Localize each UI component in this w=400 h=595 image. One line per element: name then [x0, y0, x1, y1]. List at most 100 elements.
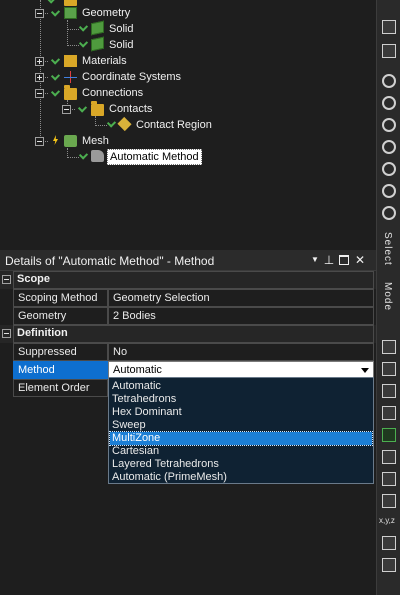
tree-item-label: Materials	[82, 55, 127, 67]
toolbar-square-icon[interactable]	[382, 44, 396, 58]
status-check-icon	[77, 103, 88, 113]
rotate-icon[interactable]	[382, 74, 396, 88]
fit-icon[interactable]	[382, 162, 396, 176]
property-name: Scoping Method	[13, 289, 108, 307]
collapse-icon[interactable]	[35, 137, 44, 146]
status-check-icon	[50, 87, 61, 97]
method-dropdown-list[interactable]: Automatic Tetrahedrons Hex Dominant Swee…	[108, 377, 374, 484]
tree-connector	[67, 45, 79, 46]
tree-item-label: Connections	[82, 87, 144, 99]
select-node-icon[interactable]	[382, 450, 396, 464]
collapse-icon[interactable]	[62, 105, 71, 114]
dropdown-option-selected[interactable]: MultiZone	[109, 431, 373, 446]
mesh-method-icon	[91, 150, 104, 162]
property-row[interactable]: Scoping Method Geometry Selection	[0, 289, 376, 307]
select-region-icon[interactable]	[382, 494, 396, 508]
right-toolbar: Select Mode x,y,z	[376, 0, 400, 595]
section-label: Scope	[17, 273, 51, 285]
section-label: Definition	[17, 327, 68, 339]
status-check-icon	[50, 7, 61, 17]
dropdown-option[interactable]: Automatic (PrimeMesh)	[110, 471, 372, 484]
expand-icon[interactable]	[35, 57, 44, 66]
property-name: Method	[13, 361, 108, 379]
tree-item-label: Solid	[109, 23, 134, 35]
details-header: Details of "Automatic Method" - Method ▼…	[0, 250, 376, 271]
zoom-box-icon[interactable]	[382, 140, 396, 154]
status-check-icon	[78, 150, 89, 160]
geometry-icon	[64, 7, 77, 19]
collapse-icon[interactable]	[35, 9, 44, 18]
pin-icon[interactable]: ⊥	[323, 253, 335, 267]
tree-item-label: Coordinate Systems	[82, 71, 182, 83]
tree-connector	[67, 29, 79, 30]
pan-icon[interactable]	[382, 96, 396, 110]
select-body-icon[interactable]	[382, 406, 396, 420]
select-mesh-icon[interactable]	[382, 472, 396, 486]
lightning-icon	[53, 135, 58, 145]
property-name: Suppressed	[13, 343, 108, 361]
maximize-icon[interactable]	[338, 253, 350, 267]
contact-region-icon	[117, 116, 132, 132]
chevron-down-icon[interactable]	[359, 364, 371, 376]
mode-label: Mode	[382, 282, 393, 312]
property-name: Geometry	[13, 307, 108, 325]
dropdown-option[interactable]: Sweep	[110, 419, 372, 432]
property-row[interactable]: Geometry 2 Bodies	[0, 307, 376, 325]
property-value[interactable]: No	[108, 343, 374, 361]
select-vertex-icon[interactable]	[382, 340, 396, 354]
dropdown-icon[interactable]: ▼	[309, 253, 321, 267]
section-scope: Scope	[0, 271, 376, 289]
collapse-icon[interactable]	[2, 275, 11, 284]
dropdown-option[interactable]: Cartesian	[110, 445, 372, 458]
dropdown-option[interactable]: Hex Dominant	[110, 406, 372, 419]
solid-body-icon	[91, 36, 104, 52]
project-tree[interactable]: Geometry Solid Solid Materials Coordinat…	[0, 0, 376, 250]
property-row[interactable]: Suppressed No	[0, 343, 376, 361]
status-check-icon	[50, 55, 61, 65]
select-face-icon[interactable]	[382, 384, 396, 398]
tree-connector	[40, 0, 41, 142]
dropdown-option[interactable]: Tetrahedrons	[110, 393, 372, 406]
folder-icon	[64, 0, 77, 6]
select-mode-label: Select	[382, 232, 393, 266]
connections-icon	[64, 85, 77, 100]
details-title: Details of "Automatic Method" - Method	[5, 254, 215, 268]
tree-item-label: Geometry	[82, 7, 131, 19]
coordinate-icon[interactable]	[382, 536, 396, 550]
toolbar-square-icon[interactable]	[382, 558, 396, 572]
view-icon[interactable]	[382, 206, 396, 220]
solid-body-icon	[91, 20, 104, 36]
tree-item-label: Mesh	[82, 135, 109, 147]
mesh-icon	[64, 135, 77, 147]
status-check-icon	[78, 38, 89, 48]
tree-connector	[67, 157, 79, 158]
tree-item-label: Contacts	[109, 103, 153, 115]
status-check-icon	[78, 22, 89, 32]
materials-icon	[64, 55, 77, 67]
collapse-icon[interactable]	[2, 329, 11, 338]
close-icon[interactable]: ✕	[354, 253, 366, 267]
status-check-icon	[106, 118, 117, 128]
combobox-value: Automatic	[113, 364, 162, 376]
section-definition: Definition	[0, 325, 376, 343]
select-edge-icon[interactable]	[382, 362, 396, 376]
property-value[interactable]: 2 Bodies	[108, 307, 374, 325]
select-element-icon[interactable]	[382, 428, 396, 442]
folder-icon	[91, 101, 104, 116]
tree-item-label: Contact Region	[136, 119, 212, 131]
expand-icon[interactable]	[35, 73, 44, 82]
magnify-icon[interactable]	[382, 184, 396, 198]
tree-item-label: Solid	[109, 39, 134, 51]
tree-connector	[67, 20, 68, 46]
property-row[interactable]: Element Order	[0, 379, 108, 397]
property-name: Element Order	[13, 379, 108, 397]
collapse-icon[interactable]	[35, 89, 44, 98]
dropdown-option[interactable]: Layered Tetrahedrons	[110, 458, 372, 471]
toolbar-square-icon[interactable]	[382, 20, 396, 34]
property-value[interactable]: Geometry Selection	[108, 289, 374, 307]
zoom-icon[interactable]	[382, 118, 396, 132]
xyz-label: x,y,z	[379, 516, 395, 525]
tree-item-label: Automatic Method	[107, 149, 202, 165]
tree-connector	[95, 125, 107, 126]
dropdown-option[interactable]: Automatic	[110, 380, 372, 393]
